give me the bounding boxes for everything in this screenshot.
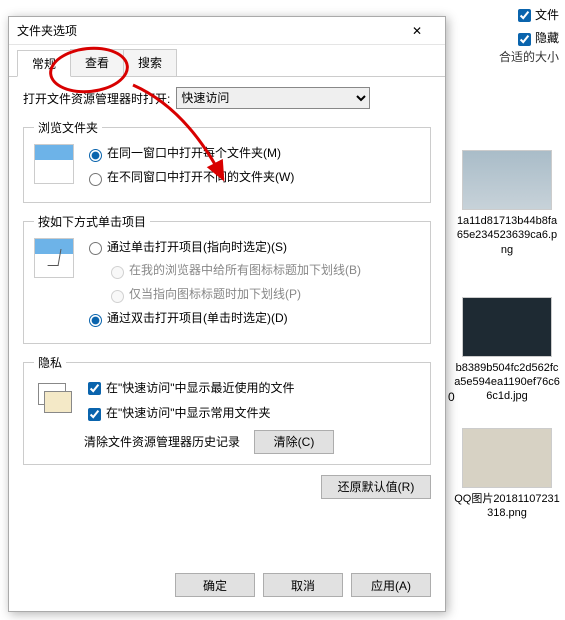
privacy-icon xyxy=(34,379,74,419)
clear-button[interactable]: 清除(C) xyxy=(254,430,334,454)
open-with-combo[interactable]: 快速访问 xyxy=(176,87,370,109)
apply-button[interactable]: 应用(A) xyxy=(351,573,431,597)
browse-folders-group: 浏览文件夹 在同一窗口中打开每个文件夹(M) 在不同窗口中打开不同的文件夹(W) xyxy=(23,119,431,203)
check-frequent-folders-label: 在"快速访问"中显示常用文件夹 xyxy=(106,406,271,420)
bg-checkbox-file: 文件 xyxy=(514,6,559,25)
thumbnail-image xyxy=(462,150,552,210)
radio-same-window-row: 在同一窗口中打开每个文件夹(M) xyxy=(84,144,420,162)
check-recent-files-label: 在"快速访问"中显示最近使用的文件 xyxy=(106,381,295,395)
partial-thumb-label: 0 xyxy=(448,390,455,404)
radio-same-window[interactable] xyxy=(89,149,102,162)
radio-double-click[interactable] xyxy=(89,314,102,327)
cancel-button[interactable]: 取消 xyxy=(263,573,343,597)
click-items-group: 按如下方式单击项目 通过单击打开项目(指向时选定)(S) 在我的浏览器中给所有图… xyxy=(23,213,431,344)
bg-check-file-label: 文件 xyxy=(535,8,559,22)
radio-own-window-row: 在不同窗口中打开不同的文件夹(W) xyxy=(84,168,420,186)
radio-own-window[interactable] xyxy=(89,173,102,186)
open-with-label: 打开文件资源管理器时打开: xyxy=(23,90,170,107)
radio-underline-all xyxy=(111,266,124,279)
tab-general[interactable]: 常规 xyxy=(17,50,71,77)
bg-check-hidden[interactable] xyxy=(518,33,531,46)
privacy-group: 隐私 在"快速访问"中显示最近使用的文件 在"快速访问"中显示常用文件夹 清除文… xyxy=(23,354,431,465)
radio-double-click-row: 通过双击打开项目(单击时选定)(D) xyxy=(84,309,420,327)
radio-same-window-label: 在同一窗口中打开每个文件夹(M) xyxy=(107,146,281,160)
thumbnail-item[interactable]: QQ图片20181107231318.png xyxy=(454,428,560,521)
browse-folders-legend: 浏览文件夹 xyxy=(34,119,102,136)
radio-underline-all-row: 在我的浏览器中给所有图标标题加下划线(B) xyxy=(106,261,420,279)
bg-check-hidden-label: 隐藏 xyxy=(535,31,559,45)
dialog-title: 文件夹选项 xyxy=(17,17,77,44)
thumbnail-image xyxy=(462,297,552,357)
thumbnail-caption: QQ图片20181107231318.png xyxy=(454,492,560,521)
clear-history-label: 清除文件资源管理器历史记录 xyxy=(84,433,240,450)
tab-search[interactable]: 搜索 xyxy=(123,49,177,76)
check-recent-files[interactable] xyxy=(88,382,101,395)
radio-underline-all-label: 在我的浏览器中给所有图标标题加下划线(B) xyxy=(129,263,361,277)
check-frequent-folders-row: 在"快速访问"中显示常用文件夹 xyxy=(84,404,420,423)
tab-strip: 常规 查看 搜索 xyxy=(9,45,445,77)
radio-single-click[interactable] xyxy=(89,242,102,255)
privacy-legend: 隐私 xyxy=(34,354,66,371)
click-items-icon xyxy=(34,238,74,278)
radio-double-click-label: 通过双击打开项目(单击时选定)(D) xyxy=(107,311,288,325)
thumbnail-caption: 1a11d81713b44b8fa65e234523639ca6.png xyxy=(454,214,560,257)
click-items-legend: 按如下方式单击项目 xyxy=(34,213,150,230)
ok-button[interactable]: 确定 xyxy=(175,573,255,597)
radio-underline-point-row: 仅当指向图标标题时加下划线(P) xyxy=(106,285,420,303)
bg-check-file[interactable] xyxy=(518,9,531,22)
thumbnail-item[interactable]: b8389b504fc2d562fca5e594ea1190ef76c66c1d… xyxy=(454,297,560,404)
bg-checkbox-hidden: 隐藏 xyxy=(514,29,559,48)
radio-single-click-row: 通过单击打开项目(指向时选定)(S) xyxy=(84,238,420,256)
check-frequent-folders[interactable] xyxy=(88,408,101,421)
browse-folders-icon xyxy=(34,144,74,184)
close-button[interactable]: ✕ xyxy=(397,17,437,44)
check-recent-files-row: 在"快速访问"中显示最近使用的文件 xyxy=(84,379,420,398)
thumbnail-caption: b8389b504fc2d562fca5e594ea1190ef76c66c1d… xyxy=(454,361,560,404)
thumbnail-image xyxy=(462,428,552,488)
radio-own-window-label: 在不同窗口中打开不同的文件夹(W) xyxy=(107,170,294,184)
radio-single-click-label: 通过单击打开项目(指向时选定)(S) xyxy=(107,240,287,254)
tab-view[interactable]: 查看 xyxy=(70,49,124,76)
radio-underline-point-label: 仅当指向图标标题时加下划线(P) xyxy=(129,287,301,301)
bg-fit-size-label: 合适的大小 xyxy=(499,48,559,65)
restore-defaults-button[interactable]: 还原默认值(R) xyxy=(321,475,431,499)
folder-options-dialog: 文件夹选项 ✕ 常规 查看 搜索 打开文件资源管理器时打开: 快速访问 浏览文件… xyxy=(8,16,446,612)
radio-underline-point xyxy=(111,290,124,303)
thumbnail-item[interactable]: 1a11d81713b44b8fa65e234523639ca6.png xyxy=(454,150,560,257)
